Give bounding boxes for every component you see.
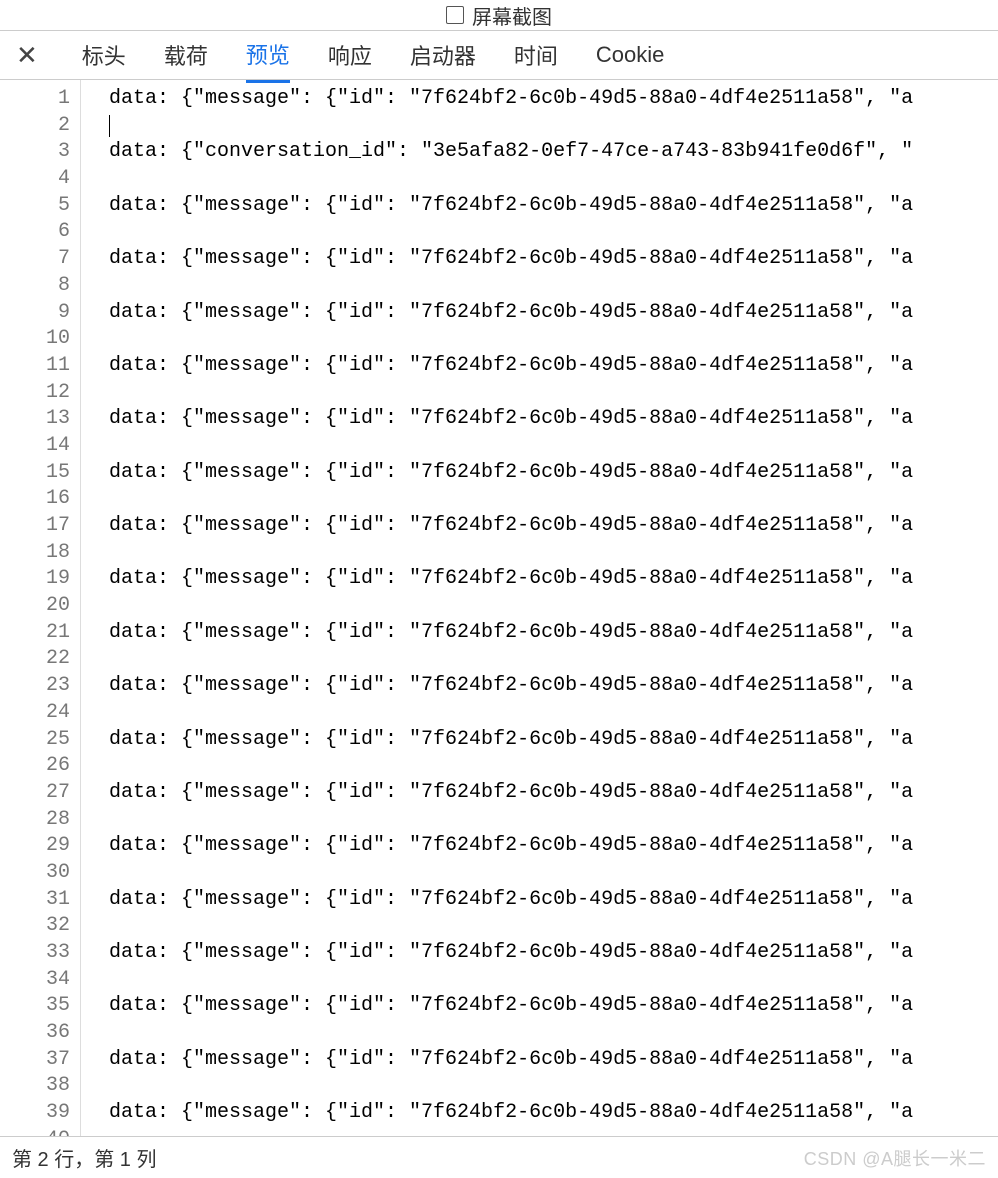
code-line[interactable] <box>109 113 998 140</box>
tab-response[interactable]: 响应 <box>328 29 372 81</box>
line-number: 40 <box>0 1127 70 1136</box>
line-number: 2 <box>0 113 70 140</box>
line-number: 7 <box>0 246 70 273</box>
screenshot-checkbox-row: 屏幕截图 <box>0 0 998 30</box>
line-number: 33 <box>0 940 70 967</box>
code-line[interactable] <box>109 273 998 300</box>
line-number: 12 <box>0 380 70 407</box>
code-line[interactable]: data: {"message": {"id": "7f624bf2-6c0b-… <box>109 353 998 380</box>
watermark: CSDN @A腿长一米二 <box>804 1145 986 1171</box>
line-number: 24 <box>0 700 70 727</box>
code-line[interactable]: data: {"message": {"id": "7f624bf2-6c0b-… <box>109 300 998 327</box>
line-number: 6 <box>0 219 70 246</box>
line-number: 26 <box>0 753 70 780</box>
code-line[interactable] <box>109 593 998 620</box>
code-line[interactable]: data: {"message": {"id": "7f624bf2-6c0b-… <box>109 246 998 273</box>
code-line[interactable]: data: {"message": {"id": "7f624bf2-6c0b-… <box>109 406 998 433</box>
line-number: 3 <box>0 139 70 166</box>
code-line[interactable] <box>109 807 998 834</box>
code-line[interactable] <box>109 380 998 407</box>
line-number: 20 <box>0 593 70 620</box>
line-number: 39 <box>0 1100 70 1127</box>
code-preview-area[interactable]: 1234567891011121314151617181920212223242… <box>0 80 998 1136</box>
tab-preview[interactable]: 预览 <box>246 28 290 83</box>
code-line[interactable]: data: {"message": {"id": "7f624bf2-6c0b-… <box>109 940 998 967</box>
cursor-position: 第 2 行，第 1 列 <box>12 1143 156 1172</box>
tab-cookies[interactable]: Cookie <box>596 32 664 78</box>
close-icon[interactable]: ✕ <box>12 40 44 71</box>
tab-headers[interactable]: 标头 <box>82 29 126 81</box>
code-line[interactable] <box>109 326 998 353</box>
line-number: 11 <box>0 353 70 380</box>
code-line[interactable]: data: {"message": {"id": "7f624bf2-6c0b-… <box>109 673 998 700</box>
code-line[interactable]: data: {"message": {"id": "7f624bf2-6c0b-… <box>109 727 998 754</box>
code-line[interactable] <box>109 433 998 460</box>
line-number: 23 <box>0 673 70 700</box>
line-number: 32 <box>0 913 70 940</box>
line-number: 35 <box>0 993 70 1020</box>
line-number: 36 <box>0 1020 70 1047</box>
line-number: 13 <box>0 406 70 433</box>
line-number: 25 <box>0 727 70 754</box>
code-line[interactable]: data: {"conversation_id": "3e5afa82-0ef7… <box>109 139 998 166</box>
code-line[interactable] <box>109 1020 998 1047</box>
screenshot-checkbox-label: 屏幕截图 <box>472 1 552 30</box>
code-line[interactable] <box>109 1127 998 1136</box>
line-number: 34 <box>0 967 70 994</box>
line-number: 1 <box>0 86 70 113</box>
code-line[interactable] <box>109 166 998 193</box>
code-line[interactable] <box>109 753 998 780</box>
code-line[interactable]: data: {"message": {"id": "7f624bf2-6c0b-… <box>109 833 998 860</box>
code-line[interactable]: data: {"message": {"id": "7f624bf2-6c0b-… <box>109 566 998 593</box>
line-number: 22 <box>0 646 70 673</box>
line-number: 37 <box>0 1047 70 1074</box>
line-number: 10 <box>0 326 70 353</box>
code-line[interactable]: data: {"message": {"id": "7f624bf2-6c0b-… <box>109 193 998 220</box>
line-number: 5 <box>0 193 70 220</box>
line-number: 18 <box>0 540 70 567</box>
code-line[interactable]: data: {"message": {"id": "7f624bf2-6c0b-… <box>109 1100 998 1127</box>
status-bar: 第 2 行，第 1 列 CSDN @A腿长一米二 <box>0 1136 998 1178</box>
line-number: 30 <box>0 860 70 887</box>
line-number: 16 <box>0 486 70 513</box>
tab-payload[interactable]: 载荷 <box>164 29 208 81</box>
code-line[interactable]: data: {"message": {"id": "7f624bf2-6c0b-… <box>109 1047 998 1074</box>
code-line[interactable] <box>109 486 998 513</box>
line-number: 28 <box>0 807 70 834</box>
code-line[interactable]: data: {"message": {"id": "7f624bf2-6c0b-… <box>109 513 998 540</box>
code-line[interactable]: data: {"message": {"id": "7f624bf2-6c0b-… <box>109 86 998 113</box>
line-number-gutter: 1234567891011121314151617181920212223242… <box>0 80 80 1136</box>
code-line[interactable]: data: {"message": {"id": "7f624bf2-6c0b-… <box>109 780 998 807</box>
code-line[interactable] <box>109 700 998 727</box>
code-line[interactable] <box>109 967 998 994</box>
line-number: 9 <box>0 300 70 327</box>
line-number: 21 <box>0 620 70 647</box>
line-number: 38 <box>0 1073 70 1100</box>
code-line[interactable] <box>109 860 998 887</box>
screenshot-checkbox[interactable] <box>446 6 464 24</box>
line-number: 14 <box>0 433 70 460</box>
code-line[interactable] <box>109 219 998 246</box>
line-number: 4 <box>0 166 70 193</box>
line-number: 29 <box>0 833 70 860</box>
tab-initiator[interactable]: 启动器 <box>410 29 476 81</box>
code-line[interactable] <box>109 1073 998 1100</box>
line-number: 8 <box>0 273 70 300</box>
line-number: 31 <box>0 887 70 914</box>
devtools-tab-row: ✕ 标头 载荷 预览 响应 启动器 时间 Cookie <box>0 30 998 80</box>
code-line[interactable]: data: {"message": {"id": "7f624bf2-6c0b-… <box>109 460 998 487</box>
code-line[interactable]: data: {"message": {"id": "7f624bf2-6c0b-… <box>109 993 998 1020</box>
code-line[interactable] <box>109 913 998 940</box>
line-number: 27 <box>0 780 70 807</box>
code-content[interactable]: data: {"message": {"id": "7f624bf2-6c0b-… <box>80 80 998 1136</box>
line-number: 19 <box>0 566 70 593</box>
code-line[interactable] <box>109 646 998 673</box>
code-line[interactable]: data: {"message": {"id": "7f624bf2-6c0b-… <box>109 620 998 647</box>
line-number: 15 <box>0 460 70 487</box>
code-line[interactable] <box>109 540 998 567</box>
tab-timing[interactable]: 时间 <box>514 29 558 81</box>
code-line[interactable]: data: {"message": {"id": "7f624bf2-6c0b-… <box>109 887 998 914</box>
line-number: 17 <box>0 513 70 540</box>
